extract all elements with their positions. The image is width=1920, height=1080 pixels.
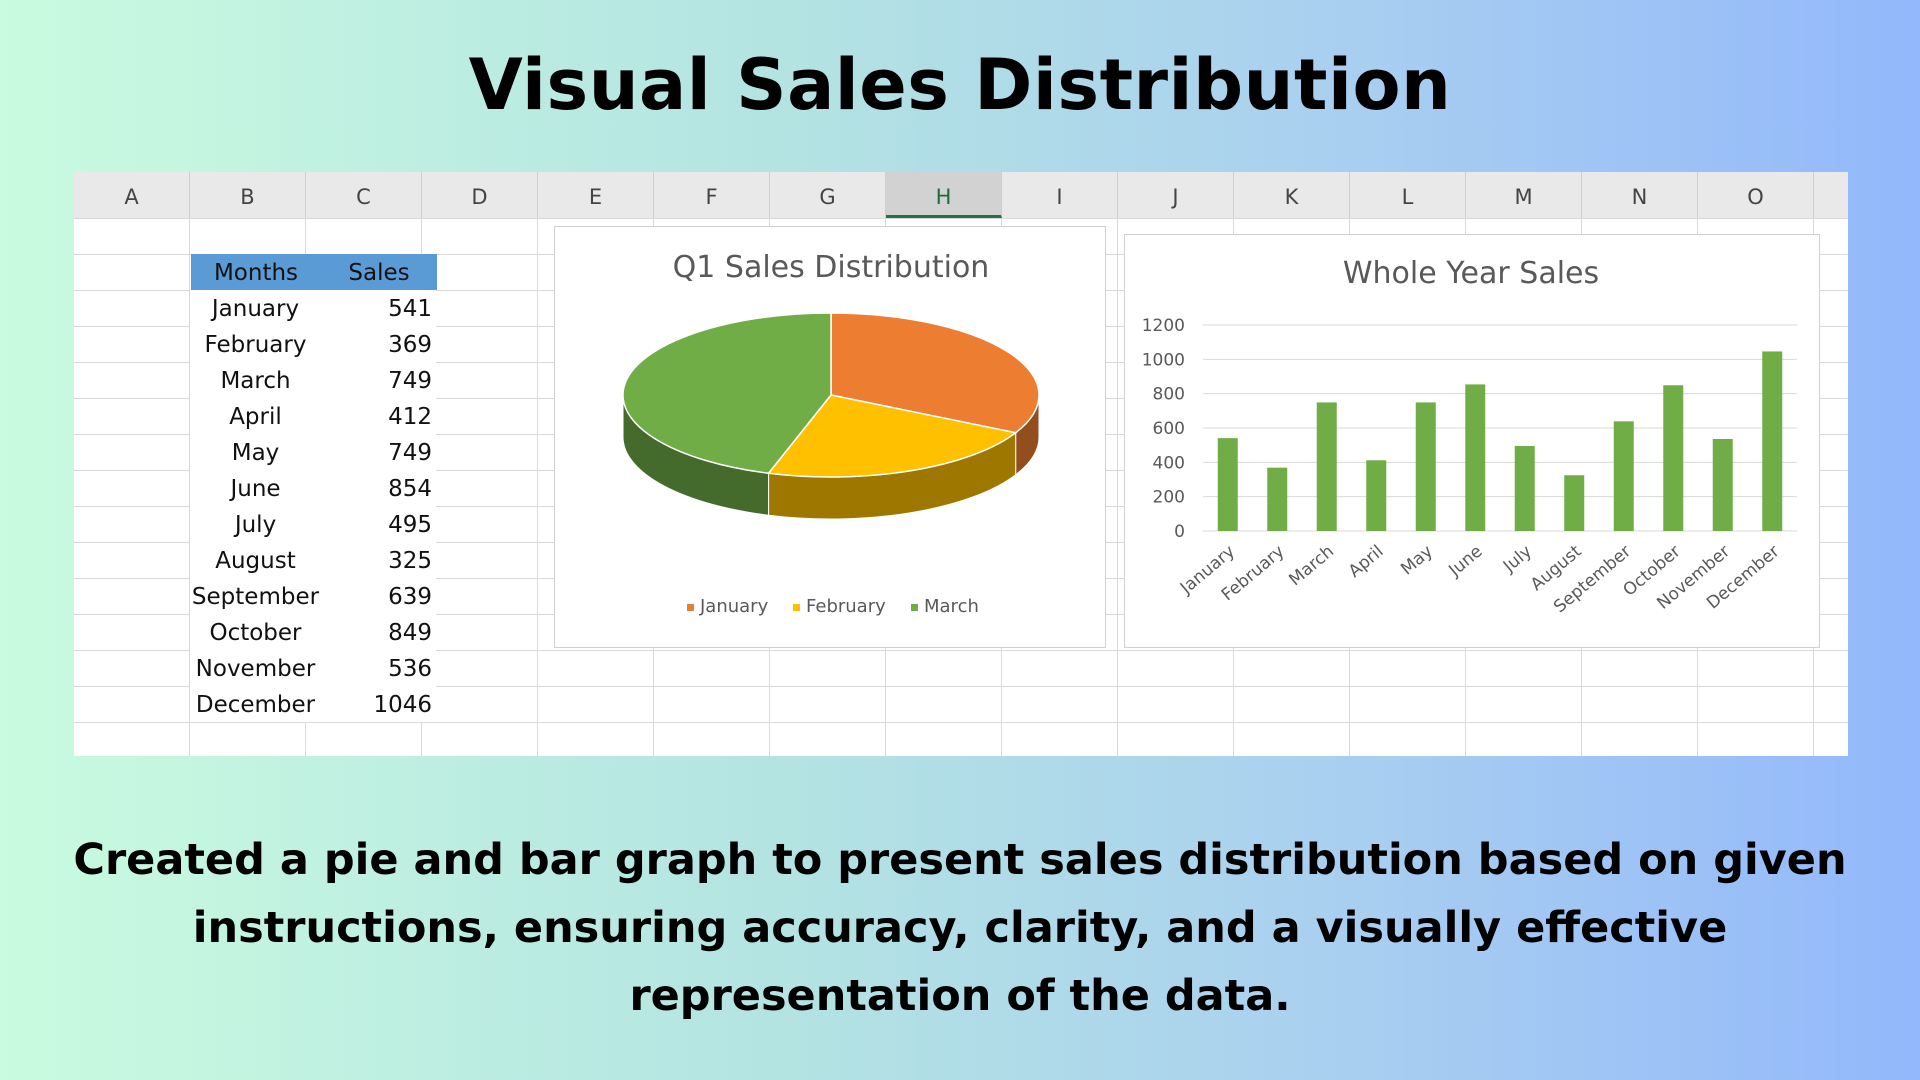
table-cell-month[interactable]: August [190,542,321,578]
bar-chart[interactable]: Whole Year Sales 0 200 400 600 800 1000 1200 J… [1124,234,1820,648]
column-header-l[interactable]: L [1350,172,1466,218]
legend-label-march: March [924,596,979,617]
y-tick-label: 800 [1153,385,1185,405]
y-tick-label: 600 [1153,419,1185,439]
x-tick-label: June [1444,542,1486,582]
grid-hline [74,722,1848,723]
table-cell-month[interactable]: April [190,398,321,434]
table-cell-sales[interactable]: 749 [321,362,436,398]
table-cell-month[interactable]: March [190,362,321,398]
column-header-g[interactable]: G [770,172,886,218]
y-tick-label: 400 [1153,453,1185,473]
bar-february[interactable] [1267,467,1288,531]
table-cell-month[interactable]: November [190,650,321,686]
y-tick-label: 200 [1153,488,1185,508]
bar-may[interactable] [1415,402,1436,531]
table-cell-month[interactable]: December [190,686,321,722]
y-tick-label: 0 [1174,522,1185,542]
column-header-j[interactable]: J [1118,172,1234,218]
column-header-a[interactable]: A [74,172,190,218]
pie-chart-title: Q1 Sales Distribution [673,250,990,285]
column-header-m[interactable]: M [1466,172,1582,218]
table-cell-sales[interactable]: 854 [321,470,436,506]
column-header-e[interactable]: E [538,172,654,218]
x-tick-label: May [1397,542,1437,580]
x-tick-label: April [1345,542,1388,582]
bar-chart-title: Whole Year Sales [1343,256,1599,291]
spreadsheet: ABCDEFGHIJKLMNO Months Sales January 541 F… [74,172,1848,756]
table-cell-month[interactable]: May [190,434,321,470]
x-tick-label: March [1285,542,1338,591]
pie-chart[interactable]: Q1 Sales Distribution January February Mar… [554,226,1106,648]
table-cell-month[interactable]: February [190,326,321,362]
grid-vline [1117,218,1118,756]
column-header-k[interactable]: K [1234,172,1350,218]
table-cell-month[interactable]: September [190,578,321,614]
column-header-f[interactable]: F [654,172,770,218]
column-header-d[interactable]: D [422,172,538,218]
column-header-h[interactable]: H [886,172,1002,218]
bar-march[interactable] [1316,402,1337,531]
table-cell-sales[interactable]: 536 [321,650,436,686]
bar-june[interactable] [1465,384,1486,531]
legend-label-february: February [806,596,886,617]
x-tick-label: July [1499,542,1536,578]
description-text: Created a pie and bar graph to present s… [73,835,1847,1021]
bar-july[interactable] [1514,446,1535,531]
column-header-o[interactable]: O [1698,172,1814,218]
legend-swatch-february [793,604,800,611]
bar-january[interactable] [1217,438,1238,531]
legend-swatch-march [911,604,918,611]
legend-label-january: January [699,596,769,617]
column-header-n[interactable]: N [1582,172,1698,218]
y-tick-label: 1200 [1142,316,1185,336]
bar-april[interactable] [1366,460,1387,531]
legend-swatch-january [687,604,694,611]
y-tick-label: 1000 [1142,350,1185,370]
table-cell-month[interactable]: July [190,506,321,542]
table-cell-sales[interactable]: 749 [321,434,436,470]
table-header-months[interactable]: Months [191,254,321,290]
grid-hline [74,218,1848,219]
column-header-c[interactable]: C [306,172,422,218]
pie-chart-svg: Q1 Sales Distribution January February Mar… [622,250,1040,617]
bar-november[interactable] [1712,438,1733,531]
table-cell-sales[interactable]: 369 [321,326,436,362]
table-cell-month[interactable]: June [190,470,321,506]
bar-september[interactable] [1613,421,1634,531]
bar-august[interactable] [1564,475,1585,531]
bar-october[interactable] [1663,385,1684,531]
bar-december[interactable] [1762,351,1783,531]
table-cell-sales[interactable]: 495 [321,506,436,542]
table-cell-sales[interactable]: 849 [321,614,436,650]
page-title: Visual Sales Distribution [468,44,1452,126]
table-cell-sales[interactable]: 1046 [321,686,436,722]
table-header-sales[interactable]: Sales [321,254,437,290]
bar-chart-svg: Whole Year Sales 0 200 400 600 800 1000 1200 J… [1142,256,1797,617]
grid-vline [537,218,538,756]
table-cell-sales[interactable]: 325 [321,542,436,578]
table-cell-sales[interactable]: 412 [321,398,436,434]
column-header-b[interactable]: B [190,172,306,218]
table-cell-month[interactable]: October [190,614,321,650]
table-cell-sales[interactable]: 639 [321,578,436,614]
column-header-bar: ABCDEFGHIJKLMNO [74,172,1848,219]
table-cell-sales[interactable]: 541 [321,290,436,326]
column-header-i[interactable]: I [1002,172,1118,218]
table-cell-month[interactable]: January [190,290,321,326]
